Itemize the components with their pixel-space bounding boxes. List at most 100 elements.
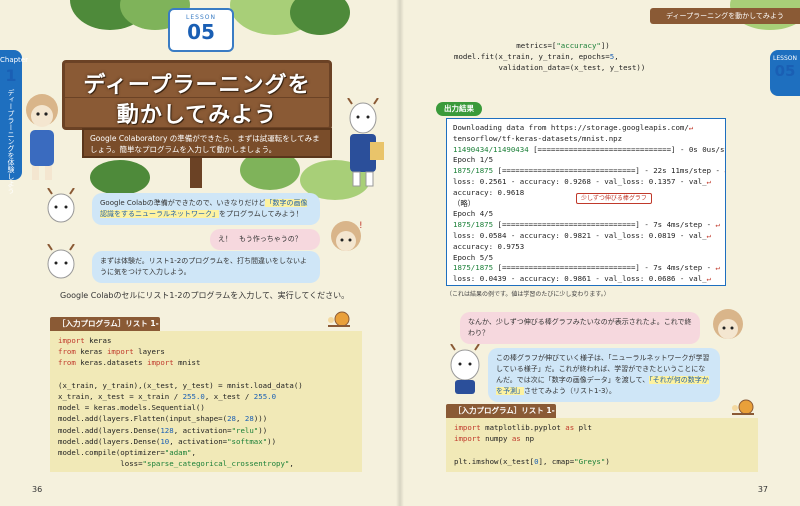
lesson-number: 05 xyxy=(774,62,796,80)
code-line: x_train, x_test = x_train / 255.0, x_tes… xyxy=(58,391,354,402)
code-token: , xyxy=(614,52,619,62)
code-token: [==============================] - 0s 0u… xyxy=(528,144,726,154)
code-token: , x_test / xyxy=(204,391,254,401)
code-token: loss: 0.0439 - accuracy: 0.9861 - val_lo… xyxy=(453,274,707,284)
code-token: accuracy: 0.9778 xyxy=(453,285,524,286)
code-token: , activation= xyxy=(169,436,228,446)
goat-face-icon xyxy=(47,244,75,279)
code-line: import matplotlib.pyplot as plt xyxy=(454,422,750,433)
code-token: plt.imshow(x_test[ xyxy=(454,456,535,466)
page-title-line2: 動かしてみよう xyxy=(116,103,278,128)
speech-bubble-alpaca-2: なんか、少しずつ伸びる棒グラフみたいなのが表示されたよ。これで終わり？ xyxy=(460,312,700,344)
code-token: tensorflow/tf-keras-datasets/mnist.npz xyxy=(453,133,623,143)
code-token: model.add(layers.Dense( xyxy=(58,425,161,435)
speech-bubble-goat-3: この棒グラフが伸びていく様子は、「ニューラルネットワークが学習している様子」だ。… xyxy=(488,348,720,402)
code-line: validation_data=(x_test, y_test)) xyxy=(454,62,728,73)
lesson-badge: LESSON 05 xyxy=(168,8,234,52)
output-line: Epoch 4/5 xyxy=(453,209,719,220)
goat-face-icon xyxy=(450,344,480,394)
code-token: 10 xyxy=(160,436,170,446)
code-token: ↵ xyxy=(724,166,725,175)
output-line: Epoch 5/5 xyxy=(453,253,719,264)
code-token: ], cmap= xyxy=(538,456,575,466)
code-token: , xyxy=(289,459,294,469)
output-line: loss: 0.0584 - accuracy: 0.9821 - val_lo… xyxy=(453,231,719,242)
chapter-number: 1 xyxy=(5,66,17,85)
code-token: numpy xyxy=(480,434,512,444)
code-token: Epoch 5/5 xyxy=(453,252,494,262)
svg-text:!: ! xyxy=(359,221,363,231)
code-token: ↵ xyxy=(715,263,720,273)
bubble-text: Google Colabの準備ができたので、いきなりだけど xyxy=(100,199,266,207)
output-line: 1875/1875 [=============================… xyxy=(453,263,720,274)
code-token: as xyxy=(565,423,575,432)
speech-bubble-goat-2: まずは体験だ。リスト1-2のプログラムを、打ち間違いをしないように気をつけて入力… xyxy=(92,251,320,283)
snail-icon xyxy=(328,311,350,327)
code-token: [==============================] - 7s 4m… xyxy=(493,263,716,273)
code-token: 28 xyxy=(244,414,254,424)
code-token: import xyxy=(454,423,481,432)
code-token: 255.0 xyxy=(253,391,277,401)
code-line: import keras xyxy=(58,335,354,346)
listing-1-3-title: ［入力プログラム］リスト 1-3 xyxy=(446,404,556,429)
code-line: metrics=["accuracy"]) xyxy=(454,40,728,51)
code-token: x_train, x_test = x_train / xyxy=(58,391,183,401)
code-token: loss: 0.0584 - accuracy: 0.9821 - val_lo… xyxy=(453,230,707,240)
code-listing-1-2: import keras from keras import layers from… xyxy=(50,331,362,472)
code-token: , xyxy=(191,447,196,457)
code-token: from xyxy=(58,358,76,368)
code-token: accuracy: 0.9753 xyxy=(453,241,525,251)
chapter-vertical-title: ディープラーニングを体験しよう xyxy=(7,89,15,194)
code-line: import numpy as np xyxy=(454,433,750,444)
code-line: model.add(layers.Flatten(input_shape=(28… xyxy=(58,413,354,424)
code-token: mnist xyxy=(173,358,201,368)
output-line: 1875/1875 [=============================… xyxy=(453,166,725,177)
bubble-text: させてみよう（リスト1-3）。 xyxy=(524,387,616,395)
code-token: 1875/1875 xyxy=(453,166,494,176)
code-line: from keras.datasets import mnist xyxy=(58,357,354,368)
code-token: import xyxy=(454,434,481,444)
code-token: ↵ xyxy=(688,123,694,132)
code-line: model.add(layers.Dense(10, activation="s… xyxy=(58,436,354,447)
code-listing-1-3: import matplotlib.pyplot as plt import nu… xyxy=(446,418,758,472)
code-token: 1875/1875 xyxy=(453,220,494,230)
output-label: 出力結果 xyxy=(436,102,482,116)
output-line: 1875/1875 [=============================… xyxy=(453,220,720,231)
code-token: "accuracy" xyxy=(556,41,601,50)
goat-face-icon xyxy=(47,188,75,223)
output-line: tensorflow/tf-keras-datasets/mnist.npz xyxy=(453,134,719,145)
code-token: ]) xyxy=(600,41,610,50)
output-line: accuracy: 0.9778 xyxy=(453,285,719,286)
code-token: 11490434/11490434 xyxy=(453,144,529,154)
code-token: model = keras.models.Sequential() xyxy=(58,403,205,413)
code-token: keras xyxy=(75,347,107,357)
code-token: (x_train, y_train),(x_test, y_test) = mn… xyxy=(58,380,303,390)
title-sign: ディープラーニングを 動かしてみよう xyxy=(62,60,332,130)
code-token: model.compile(optimizer= xyxy=(58,447,165,457)
code-token: keras.datasets xyxy=(75,358,148,368)
bubble-text: をプログラムしてみよう！ xyxy=(219,210,303,218)
speech-bubble-alpaca: え！ もう作っちゃうの？ xyxy=(210,229,320,250)
left-page: Chapter 1 ディープラーニングを体験しよう LESSON 05 ディープ… xyxy=(0,0,400,506)
code-token: )) xyxy=(267,436,277,446)
code-line: model = keras.models.Sequential() xyxy=(58,402,354,413)
code-token: "sparse_categorical_crossentropy" xyxy=(142,459,290,469)
code-token: matplotlib.pyplot xyxy=(480,423,566,432)
code-token: )) xyxy=(258,425,268,435)
code-token: import xyxy=(147,358,174,368)
code-token: Epoch 1/5 xyxy=(453,155,494,165)
intro-text: Google Colaboratory の準備ができたら、まずは試運転をしてみま… xyxy=(82,128,332,158)
code-line: model.fit(x_train, y_train, epochs=5, xyxy=(454,51,728,62)
listing-1-2-title: ［入力プログラム］リスト 1-2 xyxy=(50,317,160,342)
lesson-label: LESSON xyxy=(773,55,797,62)
code-token: import xyxy=(58,336,85,345)
speech-bubble-goat-1: Google Colabの準備ができたので、いきなりだけど「数字の画像認識をする… xyxy=(92,193,320,225)
code-token: "relu" xyxy=(231,425,259,435)
code-token: Downloading data from https://storage.go… xyxy=(453,123,689,132)
leaf-decoration xyxy=(90,160,150,195)
code-token: accuracy: 0.9618 xyxy=(453,187,525,197)
code-token: ↵ xyxy=(706,176,712,186)
code-token: , activation= xyxy=(173,425,232,435)
page-number-left: 36 xyxy=(32,485,43,494)
code-token: loss: 0.2561 - accuracy: 0.9268 - val_lo… xyxy=(453,176,707,186)
